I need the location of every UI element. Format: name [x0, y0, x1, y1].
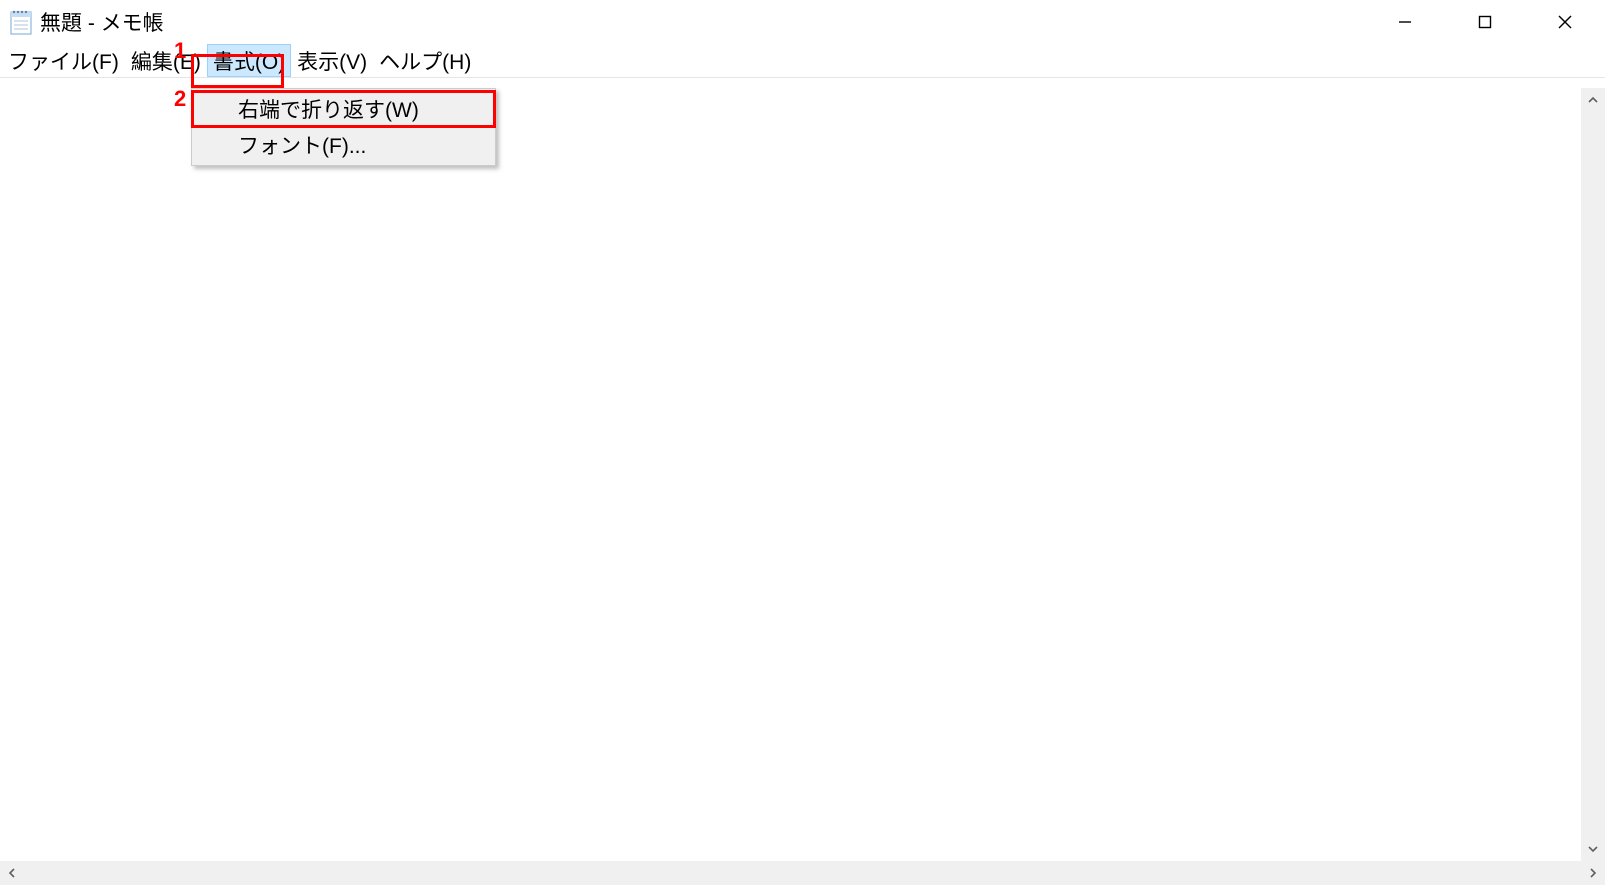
window-controls [1365, 0, 1605, 44]
scroll-down-icon[interactable] [1581, 837, 1605, 861]
vertical-scrollbar[interactable] [1581, 88, 1605, 861]
menu-item-font[interactable]: フォント(F)... [194, 127, 493, 163]
notepad-icon [10, 9, 32, 35]
text-area[interactable] [0, 88, 1581, 861]
menu-edit[interactable]: 編集(E) [125, 44, 207, 77]
close-button[interactable] [1525, 0, 1605, 44]
scroll-left-icon[interactable] [0, 861, 24, 885]
scroll-up-icon[interactable] [1581, 88, 1605, 112]
titlebar: 無題 - メモ帳 [0, 0, 1605, 44]
menu-view[interactable]: 表示(V) [291, 44, 373, 77]
menubar: ファイル(F) 編集(E) 書式(O) 表示(V) ヘルプ(H) [0, 44, 1605, 78]
format-dropdown: 右端で折り返す(W) フォント(F)... [191, 88, 496, 166]
scroll-right-icon[interactable] [1581, 861, 1605, 885]
minimize-button[interactable] [1365, 0, 1445, 44]
titlebar-left: 無題 - メモ帳 [0, 7, 1365, 37]
menu-item-word-wrap[interactable]: 右端で折り返す(W) [194, 91, 493, 127]
window-title: 無題 - メモ帳 [40, 7, 164, 37]
menu-file[interactable]: ファイル(F) [2, 44, 125, 77]
maximize-button[interactable] [1445, 0, 1525, 44]
menu-format[interactable]: 書式(O) [207, 44, 291, 77]
menu-help[interactable]: ヘルプ(H) [373, 44, 477, 77]
horizontal-scrollbar[interactable] [0, 861, 1605, 885]
